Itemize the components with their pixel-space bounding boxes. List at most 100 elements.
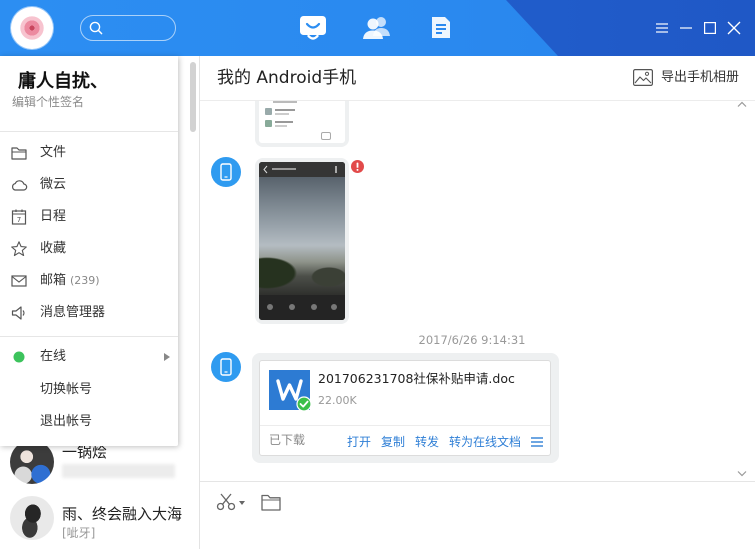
image-detail bbox=[263, 165, 268, 174]
image-detail bbox=[275, 121, 293, 123]
status-label: 在线 bbox=[40, 349, 67, 364]
menu-item-logout[interactable]: 退出帐号 bbox=[0, 406, 178, 438]
menu-item-label: 日程 bbox=[40, 209, 67, 224]
image-message[interactable] bbox=[255, 158, 349, 324]
chevron-right-icon bbox=[164, 353, 170, 361]
message-image bbox=[259, 162, 345, 320]
screenshot-button[interactable] bbox=[216, 492, 246, 512]
copy-file-link[interactable]: 复制 bbox=[381, 433, 405, 451]
file-message: 201706231708社保补贴申请.doc 22.00K 已下载 打开 复制 … bbox=[252, 353, 559, 463]
device-avatar[interactable] bbox=[211, 352, 241, 382]
docs-icon bbox=[432, 17, 450, 38]
search-icon bbox=[89, 21, 103, 35]
file-actions: 打开 复制 转发 转为在线文档 bbox=[347, 433, 521, 451]
image-detail bbox=[275, 109, 295, 111]
scroll-down-icon[interactable] bbox=[737, 471, 747, 477]
image-detail bbox=[265, 108, 272, 115]
maximize-icon[interactable] bbox=[704, 22, 717, 35]
word-file-icon bbox=[269, 370, 312, 412]
tab-messages[interactable] bbox=[297, 11, 329, 43]
file-status: 已下载 bbox=[269, 433, 306, 447]
avatar bbox=[10, 496, 54, 540]
image-detail bbox=[273, 101, 297, 103]
menu-icon[interactable] bbox=[656, 22, 668, 34]
online-dot-icon bbox=[13, 351, 25, 363]
open-file-link[interactable]: 打开 bbox=[347, 433, 371, 451]
tab-contacts[interactable] bbox=[361, 15, 393, 41]
folder-icon bbox=[11, 147, 27, 160]
image-detail bbox=[321, 132, 331, 140]
file-size: 22.00K bbox=[318, 394, 357, 407]
menu-item-status[interactable]: 在线 bbox=[0, 341, 178, 373]
menu-item-label: 消息管理器 bbox=[40, 305, 106, 320]
menu-item-files[interactable]: 文件 bbox=[0, 137, 178, 169]
list-item[interactable]: 雨、终会融入大海 [呲牙] bbox=[0, 492, 199, 549]
edit-signature-link[interactable]: 编辑个性签名 bbox=[12, 94, 84, 110]
image-detail bbox=[311, 304, 317, 310]
convert-online-doc-link[interactable]: 转为在线文档 bbox=[449, 433, 521, 451]
tab-docs[interactable] bbox=[429, 15, 453, 41]
scissors-icon bbox=[216, 493, 236, 511]
image-message[interactable] bbox=[255, 101, 349, 147]
image-detail bbox=[267, 304, 273, 310]
device-avatar[interactable] bbox=[211, 157, 241, 187]
mail-count: (239) bbox=[70, 274, 100, 287]
message-area[interactable]: 2017/6/26 9:14:31 201706231708社保补贴申请.doc… bbox=[200, 101, 755, 480]
image-detail bbox=[259, 177, 345, 295]
menu-item-message-manager[interactable]: 消息管理器 bbox=[0, 297, 178, 329]
menu-item-label: 文件 bbox=[40, 145, 67, 160]
contact-name: 雨、终会融入大海 bbox=[62, 505, 183, 523]
divider bbox=[0, 131, 178, 132]
phone-icon bbox=[220, 163, 232, 181]
message-input-area[interactable] bbox=[200, 481, 755, 549]
image-icon bbox=[633, 69, 653, 87]
search-box[interactable] bbox=[80, 15, 176, 41]
avatar bbox=[10, 440, 54, 484]
image-detail bbox=[272, 168, 296, 170]
menu-item-weiyun[interactable]: 微云 bbox=[0, 169, 178, 201]
image-detail bbox=[331, 304, 337, 310]
image-detail bbox=[335, 166, 337, 173]
contact-preview-redacted bbox=[62, 464, 175, 478]
image-detail bbox=[289, 304, 295, 310]
profile-name[interactable]: 庸人自扰、 bbox=[18, 70, 108, 94]
cloud-icon bbox=[12, 180, 28, 191]
menu-item-label: 切换帐号 bbox=[40, 382, 93, 397]
export-photos-label: 导出手机相册 bbox=[661, 70, 740, 85]
mail-icon bbox=[11, 275, 27, 287]
more-menu-icon[interactable] bbox=[531, 437, 543, 447]
calendar-day-number: 7 bbox=[17, 216, 21, 224]
profile-menu: 庸人自扰、 编辑个性签名 文件 微云 7 日程 收藏 邮箱 (239) 消息管理… bbox=[0, 56, 178, 446]
contact-list-scrollbar[interactable] bbox=[190, 62, 196, 132]
menu-item-favorites[interactable]: 收藏 bbox=[0, 233, 178, 265]
user-avatar[interactable] bbox=[11, 7, 53, 49]
message-image bbox=[259, 101, 345, 143]
folder-icon[interactable] bbox=[261, 493, 281, 511]
menu-item-label: 邮箱 bbox=[40, 273, 67, 288]
chevron-down-icon bbox=[239, 501, 245, 505]
chat-icon bbox=[300, 16, 326, 40]
menu-item-mail[interactable]: 邮箱 (239) bbox=[0, 265, 178, 297]
image-detail bbox=[265, 120, 272, 127]
speaker-icon bbox=[11, 306, 25, 320]
file-name: 201706231708社保补贴申请.doc bbox=[318, 371, 515, 386]
divider bbox=[0, 336, 178, 337]
menu-item-label: 微云 bbox=[40, 177, 67, 192]
menu-item-schedule[interactable]: 7 日程 bbox=[0, 201, 178, 233]
menu-item-label-group: 邮箱 (239) bbox=[40, 265, 100, 297]
image-detail bbox=[275, 125, 287, 127]
image-detail bbox=[275, 113, 289, 115]
menu-item-switch-account[interactable]: 切换帐号 bbox=[0, 374, 178, 406]
phone-icon bbox=[220, 358, 232, 376]
calendar-icon: 7 bbox=[11, 209, 27, 225]
close-icon[interactable] bbox=[727, 21, 741, 35]
minimize-icon[interactable] bbox=[680, 22, 692, 34]
menu-item-label: 收藏 bbox=[40, 241, 67, 256]
export-photos-button[interactable]: 导出手机相册 bbox=[631, 66, 743, 90]
file-card[interactable]: 201706231708社保补贴申请.doc 22.00K 已下载 打开 复制 … bbox=[259, 360, 551, 456]
message-timestamp: 2017/6/26 9:14:31 bbox=[418, 333, 526, 347]
contacts-icon bbox=[363, 17, 390, 39]
scroll-up-icon[interactable] bbox=[737, 101, 747, 107]
error-icon[interactable] bbox=[351, 160, 364, 173]
forward-file-link[interactable]: 转发 bbox=[415, 433, 439, 451]
